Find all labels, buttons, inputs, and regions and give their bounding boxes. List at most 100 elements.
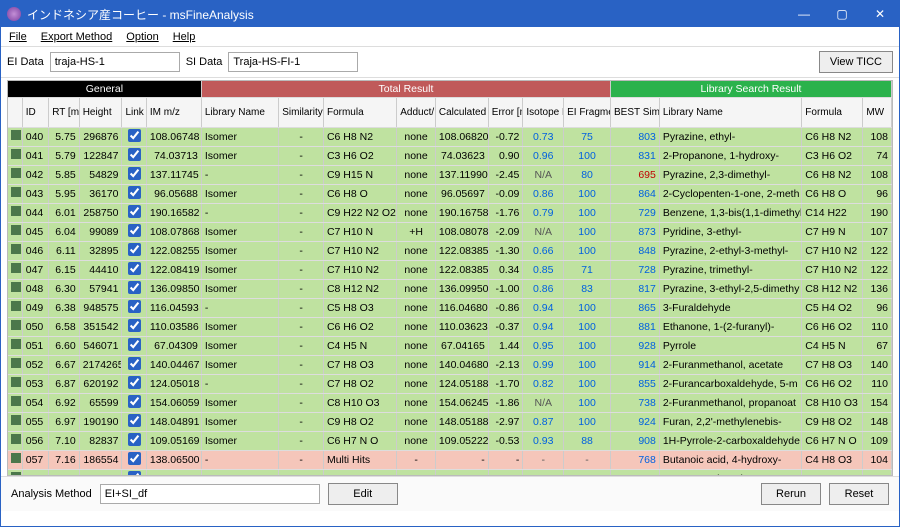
col-header-15[interactable]: Library Name: [659, 97, 801, 127]
row-marker: [11, 225, 21, 235]
link-checkbox[interactable]: [128, 167, 141, 180]
analysis-method-label: Analysis Method: [11, 488, 92, 500]
col-header-11[interactable]: Error [mDa]: [488, 97, 523, 127]
row-marker: [11, 472, 21, 476]
link-checkbox[interactable]: [128, 186, 141, 199]
row-marker: [11, 187, 21, 197]
link-checkbox[interactable]: [128, 357, 141, 370]
edit-button[interactable]: Edit: [328, 483, 398, 505]
menu-option[interactable]: Option: [126, 31, 158, 43]
row-marker: [11, 301, 21, 311]
si-data-label: SI Data: [186, 56, 223, 68]
row-marker: [11, 263, 21, 273]
row-marker: [11, 206, 21, 216]
row-marker: [11, 244, 21, 254]
row-marker: [11, 434, 21, 444]
col-header-2[interactable]: RT [min]: [49, 97, 80, 127]
link-checkbox[interactable]: [128, 262, 141, 275]
row-marker: [11, 130, 21, 140]
table-row[interactable]: 0496.38948575116.04593--C5 H8 O3none116.…: [8, 298, 892, 317]
col-group-total: Total Result: [201, 81, 610, 97]
link-checkbox[interactable]: [128, 281, 141, 294]
table-row[interactable]: 0486.3057941136.09850Isomer-C8 H12 N2non…: [8, 279, 892, 298]
si-data-input[interactable]: [228, 52, 358, 72]
col-header-8[interactable]: Formula: [323, 97, 396, 127]
row-marker: [11, 282, 21, 292]
col-header-10[interactable]: Calculated m/z: [435, 97, 488, 127]
ei-data-input[interactable]: [50, 52, 180, 72]
menu-help[interactable]: Help: [173, 31, 196, 43]
view-ticc-button[interactable]: View TICC: [819, 51, 893, 73]
table-row[interactable]: 0526.672174265140.04467Isomer-C7 H8 O3no…: [8, 355, 892, 374]
table-row[interactable]: 0476.1544410122.08419Isomer-C7 H10 N2non…: [8, 260, 892, 279]
table-row[interactable]: 0456.0499089108.07868Isomer-C7 H10 N+H10…: [8, 222, 892, 241]
results-table-scroll[interactable]: General Total Result Library Search Resu…: [7, 80, 893, 476]
close-button[interactable]: ✕: [861, 1, 899, 27]
link-checkbox[interactable]: [128, 433, 141, 446]
app-icon: [7, 7, 21, 21]
link-checkbox[interactable]: [128, 338, 141, 351]
row-marker: [11, 453, 21, 463]
row-marker: [11, 339, 21, 349]
table-row[interactable]: 0587.22372742198.03622Isomer-C5 H6 O2non…: [8, 469, 892, 476]
link-checkbox[interactable]: [128, 395, 141, 408]
link-checkbox[interactable]: [128, 319, 141, 332]
link-checkbox[interactable]: [128, 224, 141, 237]
row-marker: [11, 320, 21, 330]
table-row[interactable]: 0466.1132895122.08255Isomer-C7 H10 N2non…: [8, 241, 892, 260]
maximize-button[interactable]: ▢: [823, 1, 861, 27]
ei-data-label: EI Data: [7, 56, 44, 68]
row-marker: [11, 396, 21, 406]
reset-button[interactable]: Reset: [829, 483, 889, 505]
link-checkbox[interactable]: [128, 300, 141, 313]
link-checkbox[interactable]: [128, 129, 141, 142]
col-group-library: Library Search Result: [611, 81, 892, 97]
table-row[interactable]: 0446.01258750190.16582--C9 H22 N2 O2none…: [8, 203, 892, 222]
table-row[interactable]: 0567.1082837109.05169Isomer-C6 H7 N Onon…: [8, 431, 892, 450]
col-header-1[interactable]: ID: [22, 97, 48, 127]
menu-bar: File Export Method Option Help: [1, 27, 899, 47]
rerun-button[interactable]: Rerun: [761, 483, 821, 505]
col-header-5[interactable]: IM m/z: [146, 97, 201, 127]
link-checkbox[interactable]: [128, 471, 141, 477]
window-title: インドネシア産コーヒー - msFineAnalysis: [27, 6, 785, 23]
col-header-17[interactable]: MW: [863, 97, 892, 127]
row-marker: [11, 377, 21, 387]
col-header-14[interactable]: BEST Similarity: [611, 97, 660, 127]
link-checkbox[interactable]: [128, 376, 141, 389]
col-header-16[interactable]: Formula: [802, 97, 863, 127]
link-checkbox[interactable]: [128, 452, 141, 465]
link-checkbox[interactable]: [128, 243, 141, 256]
table-row[interactable]: 0577.16186554138.06500--Multi Hits-----7…: [8, 450, 892, 469]
link-checkbox[interactable]: [128, 205, 141, 218]
col-header-13[interactable]: EI Fragment Coverage: [564, 97, 611, 127]
col-header-9[interactable]: Adduct/ Loss: [397, 97, 436, 127]
analysis-method-input[interactable]: [100, 484, 320, 504]
menu-export-method[interactable]: Export Method: [41, 31, 113, 43]
table-row[interactable]: 0536.87620192124.05018--C7 H8 O2none124.…: [8, 374, 892, 393]
table-row[interactable]: 0556.97190190148.04891Isomer-C9 H8 O2non…: [8, 412, 892, 431]
row-marker: [11, 149, 21, 159]
table-row[interactable]: 0405.75296876108.06748Isomer-C6 H8 N2non…: [8, 127, 892, 146]
row-marker: [11, 415, 21, 425]
table-row[interactable]: 0415.7912284774.03713Isomer-C3 H6 O2none…: [8, 146, 892, 165]
table-row[interactable]: 0546.9265599154.06059Isomer-C8 H10 O3non…: [8, 393, 892, 412]
row-marker: [11, 168, 21, 178]
link-checkbox[interactable]: [128, 414, 141, 427]
col-header-0[interactable]: [8, 97, 22, 127]
col-header-7[interactable]: Similarity: [279, 97, 324, 127]
table-row[interactable]: 0435.953617096.05688Isomer-C6 H8 Onone96…: [8, 184, 892, 203]
table-row[interactable]: 0506.58351542110.03586Isomer-C6 H6 O2non…: [8, 317, 892, 336]
row-marker: [11, 358, 21, 368]
col-group-general: General: [8, 81, 201, 97]
col-header-12[interactable]: Isotope Matching: [523, 97, 564, 127]
table-row[interactable]: 0516.6054607167.04309Isomer-C4 H5 Nnone6…: [8, 336, 892, 355]
col-header-3[interactable]: Height: [79, 97, 122, 127]
col-header-4[interactable]: Link: [122, 97, 146, 127]
table-row[interactable]: 0425.8554829137.11745--C9 H15 Nnone137.1…: [8, 165, 892, 184]
link-checkbox[interactable]: [128, 148, 141, 161]
minimize-button[interactable]: —: [785, 1, 823, 27]
menu-file[interactable]: File: [9, 31, 27, 43]
col-header-6[interactable]: Library Name: [201, 97, 278, 127]
results-table: General Total Result Library Search Resu…: [8, 81, 892, 476]
